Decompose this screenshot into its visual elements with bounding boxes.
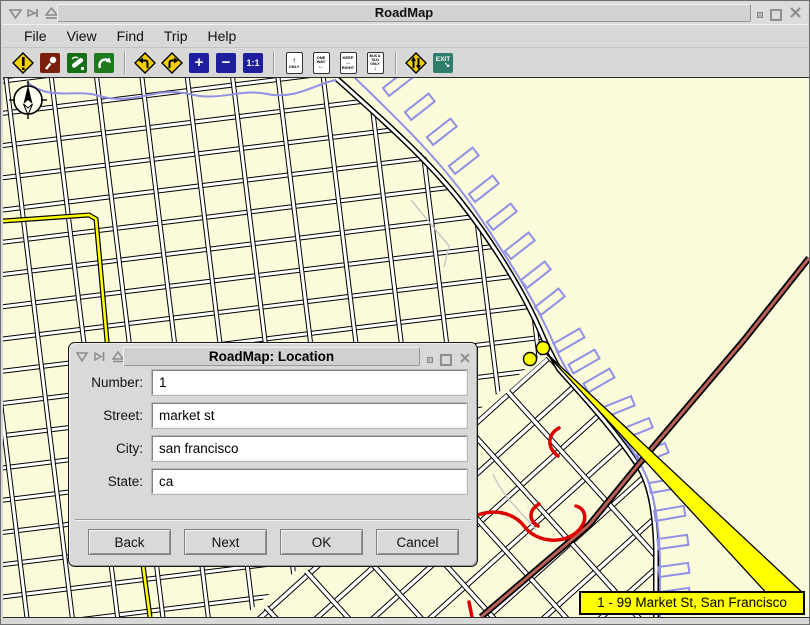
dialog-titlebar: RoadMap: Location [73, 346, 473, 368]
waypoint-diamond-icon [12, 52, 34, 74]
back-button[interactable]: Back [88, 529, 171, 555]
menu-file[interactable]: File [14, 26, 57, 46]
wm-pin-icon[interactable] [26, 6, 41, 20]
close-icon[interactable] [789, 6, 802, 24]
wm-lower-icon[interactable] [75, 350, 90, 364]
microphone-icon [40, 53, 60, 73]
menu-help[interactable]: Help [197, 26, 246, 46]
one-to-one-icon: 1:1 [243, 53, 263, 73]
next-button[interactable]: Next [184, 529, 267, 555]
state-field[interactable] [152, 469, 467, 494]
zoom-out-button[interactable]: − [215, 52, 237, 74]
address-tooltip: 1 - 99 Market St, San Francisco [579, 591, 805, 615]
gps-call-button[interactable] [66, 52, 88, 74]
phone-icon [67, 53, 87, 73]
window-title: RoadMap [57, 4, 751, 22]
cancel-button[interactable]: Cancel [376, 529, 459, 555]
minimize-icon[interactable] [427, 357, 433, 363]
menu-find[interactable]: Find [107, 26, 154, 46]
turn-right-icon [161, 52, 183, 74]
voice-record-button[interactable] [39, 52, 61, 74]
minimize-icon[interactable] [757, 12, 763, 18]
one-way-sign-button[interactable]: ONE WAY ← [310, 52, 332, 74]
zoom-reset-button[interactable]: 1:1 [242, 52, 264, 74]
down-arrow-icon: ↓ [374, 66, 377, 72]
street-field[interactable] [152, 403, 467, 428]
maximize-icon[interactable] [440, 354, 452, 366]
state-label: State: [77, 474, 143, 489]
wm-lower-icon[interactable] [8, 6, 23, 20]
menu-trip[interactable]: Trip [154, 26, 198, 46]
wm-pin-icon[interactable] [93, 350, 108, 364]
waypoint-button[interactable] [12, 52, 34, 74]
turn-right-button[interactable] [161, 52, 183, 74]
menu-bar: File View Find Trip Help [2, 24, 808, 47]
only-sign-icon: ↑ ONLY [286, 52, 303, 74]
roadmap-window: RoadMap File View Find Trip Help [0, 0, 810, 625]
keep-right-sign-icon: KEEP → RIGHT [340, 52, 357, 74]
city-field[interactable] [152, 436, 467, 461]
plus-icon: + [189, 53, 209, 73]
turn-left-button[interactable] [134, 52, 156, 74]
hold-button[interactable] [93, 52, 115, 74]
bus-taxi-sign-button[interactable]: BUS & TAXI ONLY ↓ [364, 52, 386, 74]
exit-button[interactable]: EXIT ↘ [432, 52, 454, 74]
street-label: Street: [77, 408, 143, 423]
window-titlebar: RoadMap [2, 2, 808, 24]
one-way-sign-icon: ONE WAY ← [313, 52, 330, 74]
toolbar-separator [273, 52, 275, 74]
ok-button[interactable]: OK [280, 529, 363, 555]
exit-arrow-icon: ↘ [444, 63, 450, 69]
dialog-title: RoadMap: Location [123, 347, 420, 366]
keep-right-sign-button[interactable]: KEEP → RIGHT [337, 52, 359, 74]
bus-taxi-sign-icon: BUS & TAXI ONLY ↓ [367, 52, 384, 74]
close-icon[interactable] [459, 351, 471, 369]
city-label: City: [77, 441, 143, 456]
two-way-button[interactable] [405, 52, 427, 74]
maximize-icon[interactable] [770, 9, 782, 21]
turn-left-icon [134, 52, 156, 74]
toolbar-separator [395, 52, 397, 74]
location-dialog: RoadMap: Location Number: Street: City: … [68, 342, 478, 567]
left-arrow-icon: ← [318, 64, 324, 70]
toolbar: + − 1:1 ↑ ONLY ONE WAY ← KEEP → [2, 47, 808, 77]
only-sign-button[interactable]: ↑ ONLY [283, 52, 305, 74]
hold-hand-icon [94, 53, 114, 73]
menu-view[interactable]: View [57, 26, 107, 46]
exit-sign-icon: EXIT ↘ [433, 53, 453, 73]
dialog-separator [75, 519, 471, 521]
number-label: Number: [77, 375, 143, 390]
number-field[interactable] [152, 370, 467, 395]
two-way-traffic-icon [405, 52, 427, 74]
minus-icon: − [216, 53, 236, 73]
toolbar-separator [124, 52, 126, 74]
zoom-in-button[interactable]: + [188, 52, 210, 74]
